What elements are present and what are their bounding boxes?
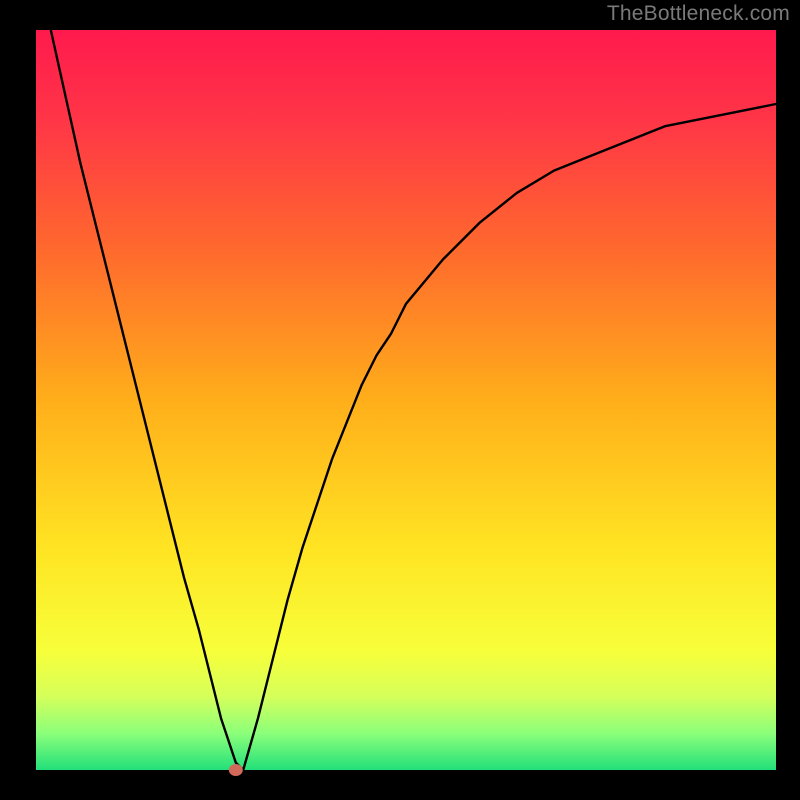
chart-frame: TheBottleneck.com	[0, 0, 800, 800]
optimum-marker	[229, 764, 243, 776]
watermark-text: TheBottleneck.com	[607, 2, 790, 26]
bottleneck-chart	[0, 0, 800, 800]
plot-background	[36, 30, 776, 770]
